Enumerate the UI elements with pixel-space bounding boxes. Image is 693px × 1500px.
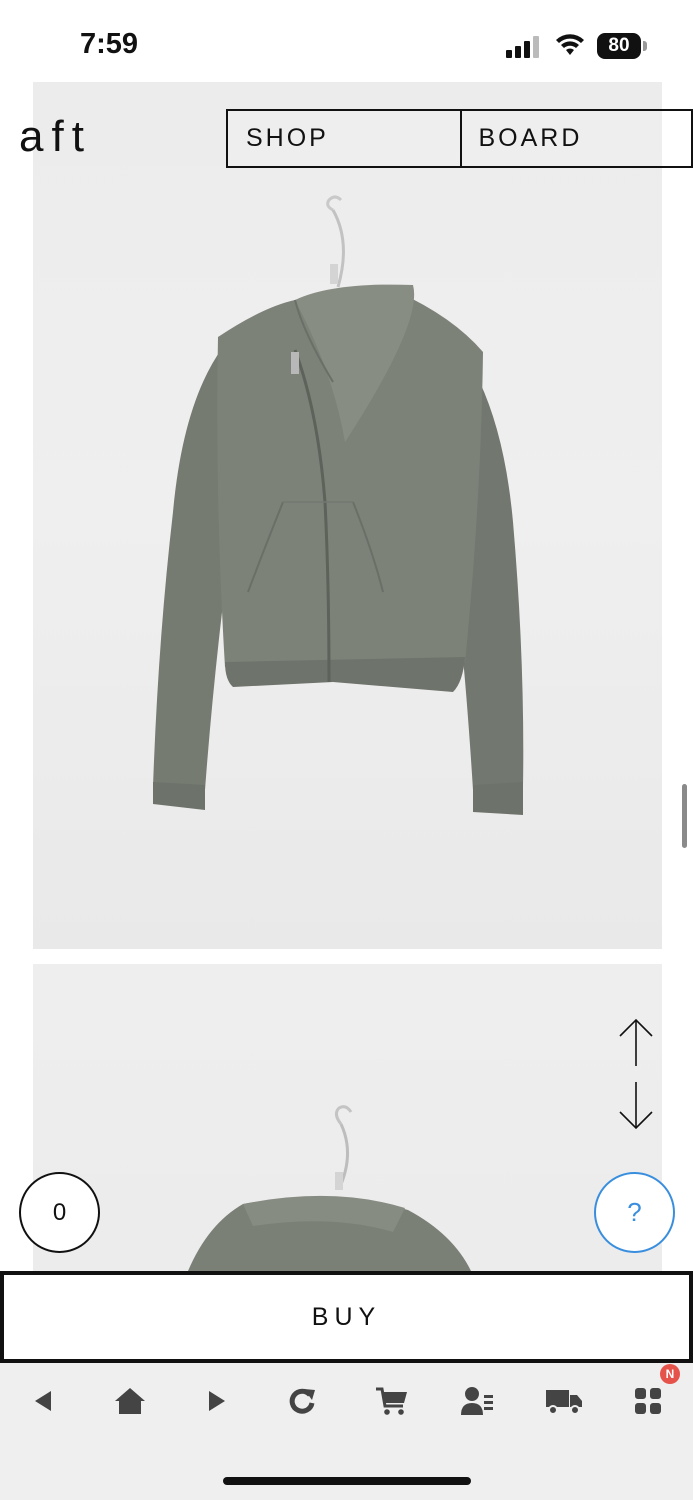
home-icon: [115, 1388, 145, 1414]
nav-board[interactable]: BOARD: [459, 111, 692, 166]
status-bar: 7:59 80: [0, 0, 693, 82]
scroll-up-icon[interactable]: [616, 1016, 656, 1068]
wifi-icon: [556, 34, 584, 55]
account-button[interactable]: [455, 1383, 499, 1419]
back-button[interactable]: [21, 1383, 65, 1419]
nav-shop[interactable]: SHOP: [228, 111, 460, 166]
home-button[interactable]: [108, 1383, 152, 1419]
back-icon: [35, 1391, 51, 1411]
status-time: 7:59: [80, 28, 139, 60]
signal-icon: [506, 36, 539, 58]
scrollbar-thumb[interactable]: [682, 784, 687, 848]
apps-button[interactable]: [626, 1383, 670, 1419]
forward-icon: [209, 1391, 225, 1411]
battery-level: 80: [597, 33, 641, 59]
scroll-down-icon[interactable]: [616, 1080, 656, 1132]
apps-icon: [635, 1388, 661, 1414]
forward-button[interactable]: [195, 1383, 239, 1419]
delivery-button[interactable]: [542, 1383, 586, 1419]
jacket-illustration: [153, 195, 524, 815]
battery-icon: 80: [597, 33, 647, 59]
cart-button[interactable]: [370, 1383, 414, 1419]
cart-count-button[interactable]: 0: [19, 1172, 100, 1253]
site-logo[interactable]: aft: [19, 112, 92, 162]
help-button[interactable]: ?: [594, 1172, 675, 1253]
notification-badge: N: [660, 1364, 680, 1384]
refresh-icon: [289, 1388, 315, 1414]
jacket-detail-illustration: [188, 1105, 471, 1271]
product-image-front[interactable]: [33, 82, 662, 949]
product-image-detail[interactable]: [33, 964, 662, 1271]
delivery-icon: [546, 1390, 582, 1415]
home-indicator[interactable]: [223, 1477, 471, 1485]
account-icon: [461, 1387, 493, 1415]
refresh-button[interactable]: [280, 1383, 324, 1419]
buy-button[interactable]: BUY: [0, 1271, 693, 1363]
main-nav: SHOP BOARD: [226, 109, 693, 168]
cart-icon: [376, 1387, 407, 1415]
